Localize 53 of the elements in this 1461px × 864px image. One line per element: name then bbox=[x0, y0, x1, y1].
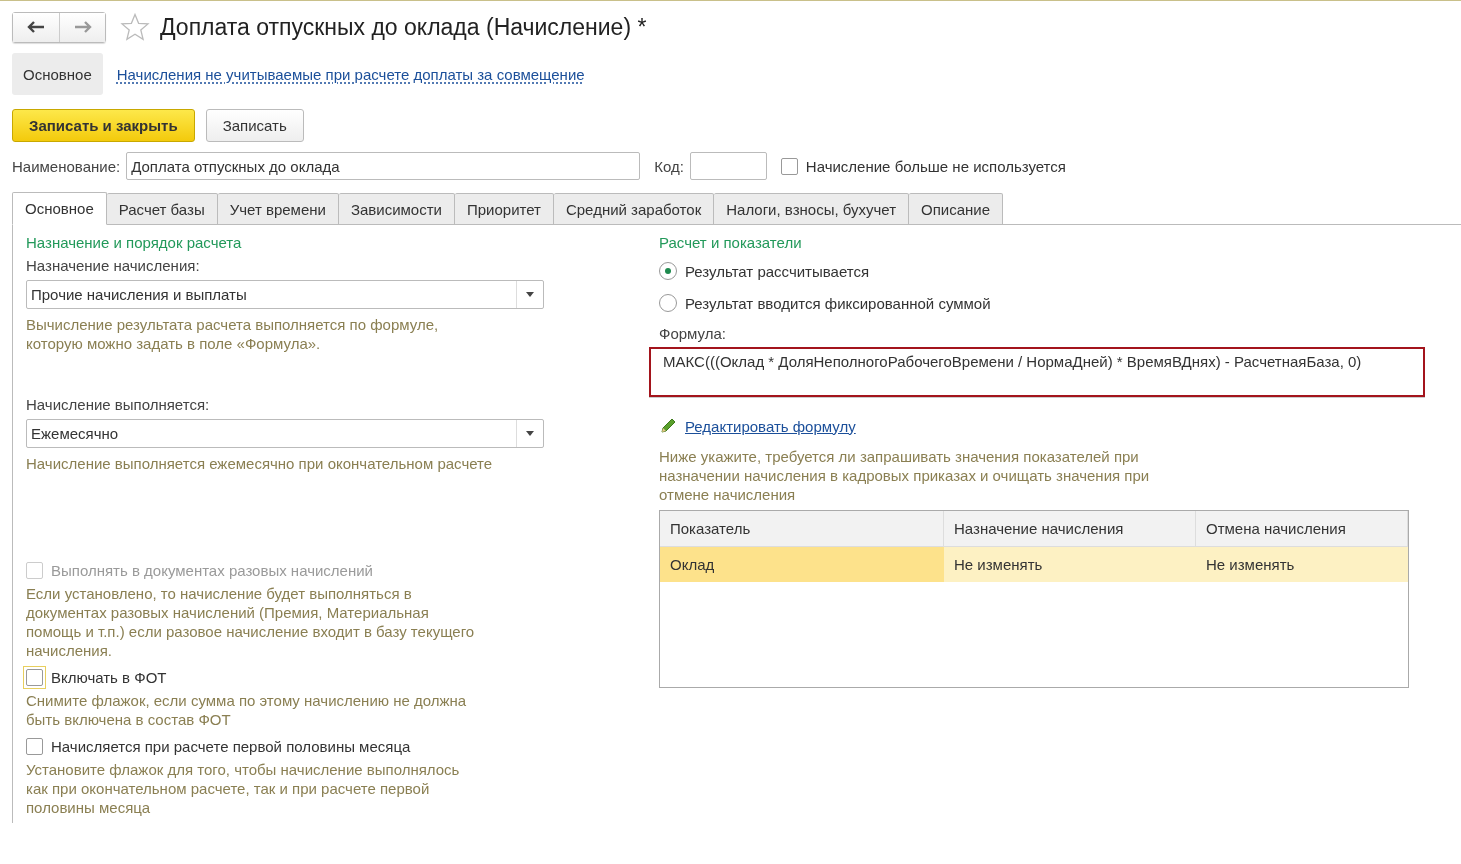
field-label: Назначение начисления: bbox=[26, 257, 201, 275]
section-link[interactable]: Начисления не учитываемые при расчете доплаты за совмещение bbox=[116, 53, 585, 95]
right-arrow-icon bbox=[73, 21, 92, 33]
table-cell[interactable]: Не изменять bbox=[944, 547, 1196, 582]
checkbox-label: Включать в ФОТ bbox=[51, 668, 167, 686]
dropdown-field[interactable]: Прочие начисления и выплаты bbox=[26, 280, 544, 309]
edit-formula-link[interactable]: Редактировать формулу bbox=[685, 417, 856, 435]
hint-text: Снимите флажок, если сумма по этому начислению не должна быть включена в состав ФОТ bbox=[26, 691, 468, 729]
code-label: Код: bbox=[654, 157, 684, 175]
hint-text: Если установлено, то начисление будет выполняться в документах разовых начислений (Премия, Материальная помощь и т.п.) если разовое начисление входит в базу текущего начисления. bbox=[26, 584, 476, 660]
caret-icon bbox=[526, 431, 534, 436]
code-field[interactable] bbox=[689, 152, 767, 180]
tab[interactable]: Приоритет bbox=[454, 193, 554, 225]
checkbox-label: Начисляется при расчете первой половины месяца bbox=[51, 737, 411, 755]
save-button[interactable]: Записать bbox=[205, 109, 304, 142]
field-label: Начисление выполняется: bbox=[26, 396, 211, 414]
checkbox-label: Выполнять в документах разовых начислений bbox=[51, 561, 373, 579]
tab[interactable]: Учет времени bbox=[217, 193, 339, 225]
tab[interactable]: Налоги, взносы, бухучет bbox=[714, 193, 910, 225]
radio-label: Результат рассчитывается bbox=[685, 262, 870, 280]
checkbox[interactable] bbox=[780, 157, 798, 175]
window-title: Доплата отпускных до оклада (Начисление) * bbox=[160, 13, 647, 41]
tab[interactable]: Описание bbox=[909, 193, 1004, 225]
column-header[interactable]: Показатель bbox=[660, 511, 944, 546]
field-label: Формула: bbox=[659, 325, 727, 343]
tab[interactable]: Средний заработок bbox=[553, 193, 715, 225]
tab[interactable]: Зависимости bbox=[338, 193, 455, 225]
tab[interactable]: Расчет базы bbox=[106, 193, 218, 225]
hint-text: Вычисление результата расчета выполняется по формуле, которую можно задать в поле «Формула». bbox=[26, 315, 440, 354]
section-tab[interactable]: Основное bbox=[12, 53, 103, 95]
table-cell[interactable]: Оклад bbox=[660, 547, 944, 582]
star-icon[interactable] bbox=[120, 13, 150, 41]
tab[interactable]: Основное bbox=[12, 192, 107, 225]
checkbox-label: Начисление больше не используется bbox=[805, 157, 1066, 175]
hint-text: Ниже укажите, требуется ли запрашивать значения показателей при назначении начисления в кадровых приказах и очищать значения при отмене начисления bbox=[659, 447, 1151, 504]
column-header[interactable]: Отмена начисления bbox=[1196, 511, 1408, 546]
save-and-close-button[interactable]: Записать и закрыть bbox=[12, 109, 195, 142]
section-title: Расчет и показатели bbox=[659, 234, 803, 252]
radio-label: Результат вводится фиксированной суммой bbox=[685, 294, 991, 312]
section-title: Назначение и порядок расчета bbox=[26, 234, 243, 252]
back-button[interactable] bbox=[13, 12, 59, 42]
dropdown-field[interactable]: Ежемесячно bbox=[26, 419, 544, 448]
name-label: Наименование: bbox=[12, 157, 121, 175]
checkbox[interactable] bbox=[26, 737, 43, 755]
hint-text: Установите флажок для того, чтобы начисление выполнялось как при окончательном расчете, так и при расчете первой половины месяца bbox=[26, 760, 461, 817]
name-field[interactable]: Доплата отпускных до оклада bbox=[126, 152, 641, 180]
hint-text: Начисление выполняется ежемесячно при окончательном расчете bbox=[26, 454, 494, 474]
column-header[interactable]: Назначение начисления bbox=[944, 511, 1196, 546]
formula-field[interactable]: МАКС(((Оклад * ДоляНеполногоРабочегоВремени / НормаДней) * ВремяВДнях) - РасчетнаяБаза, 0) bbox=[649, 347, 1425, 397]
table-cell[interactable]: Не изменять bbox=[1196, 547, 1408, 582]
caret-icon bbox=[526, 292, 534, 297]
left-arrow-icon bbox=[27, 21, 45, 33]
pencil-icon bbox=[659, 417, 677, 435]
